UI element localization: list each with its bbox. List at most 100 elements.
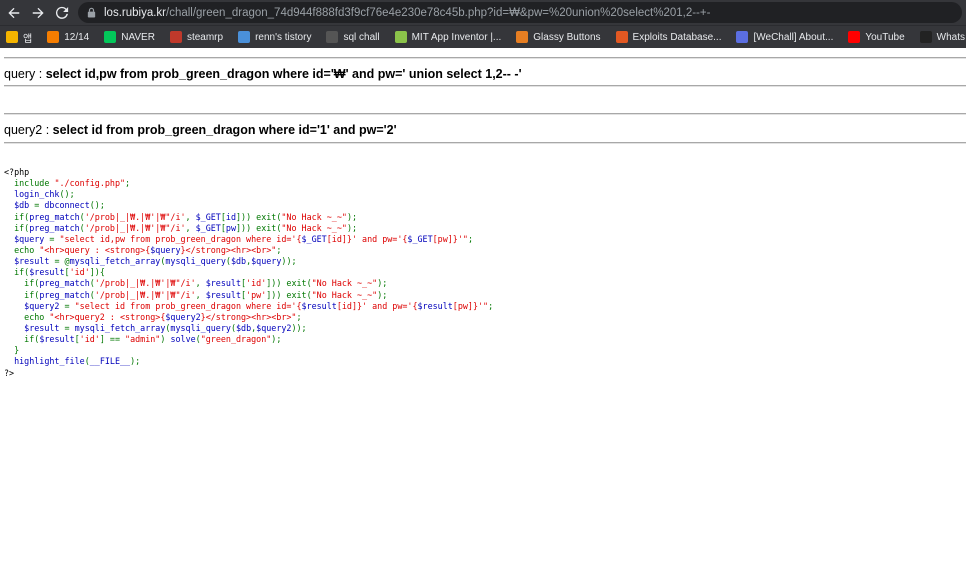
code-token: mysqli_query — [170, 322, 231, 333]
code-token: "No Hack ~_~" — [281, 222, 347, 233]
apps-grid-icon — [6, 31, 18, 43]
address-bar[interactable]: los.rubiya.kr/chall/green_dragon_74d944f… — [78, 2, 962, 23]
bookmark-item[interactable]: sql chall — [326, 26, 380, 48]
code-token: preg_match — [29, 222, 80, 233]
bookmark-label: NAVER — [121, 31, 155, 43]
naver-icon — [104, 31, 117, 43]
bookmark-item[interactable]: 앱 — [6, 26, 33, 48]
tistory-icon — [238, 31, 251, 43]
code-line: if(preg_match('/prob|_|₩.|₩'|₩"/i', $_GE… — [4, 223, 944, 234]
code-token: [id]}' and pw='{ — [326, 233, 408, 244]
whatsmyip-icon — [919, 31, 932, 43]
code-token: 'id' — [69, 267, 90, 278]
code-line: if(preg_match('/prob|_|₩.|₩'|₩"/i', $res… — [4, 278, 944, 289]
code-token: $result — [205, 289, 242, 300]
code-token: = — [64, 300, 75, 311]
code-token: ); — [346, 211, 358, 222]
bookmark-label: renn's tistory — [255, 31, 312, 43]
url-host: los.rubiya.kr — [104, 6, 166, 19]
steamrp-icon — [169, 31, 182, 43]
query2-label: query2 : — [4, 123, 53, 137]
code-line: $result = mysqli_fetch_array(mysqli_quer… — [4, 323, 944, 334]
url-text: los.rubiya.kr/chall/green_dragon_74d944f… — [104, 7, 710, 19]
code-token: __FILE__ — [89, 356, 131, 367]
code-token: $db — [230, 256, 247, 267]
code-token: id — [225, 211, 236, 222]
code-token: [id]}' and pw='{ — [336, 300, 418, 311]
reload-icon[interactable] — [50, 1, 74, 25]
code-token: preg_match — [39, 278, 90, 289]
code-token: $_GET — [195, 222, 221, 233]
bookmark-item[interactable]: Glassy Buttons — [516, 26, 601, 48]
bookmark-item[interactable]: YouTube — [848, 26, 905, 48]
code-token: '/prob|_|₩.|₩'|₩"/i' — [94, 289, 196, 300]
code-line: if($result['id'] == "admin") solve("gree… — [4, 334, 944, 345]
code-token: "No Hack ~_~" — [311, 278, 378, 289]
code-token: = — [34, 200, 45, 211]
code-token: $_GET — [195, 211, 221, 222]
code-token: "./config.php" — [54, 178, 126, 189]
code-token: echo — [14, 244, 40, 255]
code-token: highlight_file — [14, 356, 85, 367]
code-token: 'pw' — [246, 289, 267, 300]
code-token: , — [185, 211, 196, 222]
bookmark-label: YouTube — [865, 31, 905, 43]
code-token: $_GET — [301, 233, 327, 244]
code-token: solve — [170, 334, 196, 345]
code-token: "<hr>query : <strong>{ — [39, 244, 151, 255]
query2-value: select id from prob_green_dragon where i… — [52, 123, 397, 137]
code-token: echo — [24, 311, 50, 322]
code-token: if( — [24, 289, 40, 300]
code-token: $db — [235, 322, 252, 333]
forward-arrow-icon[interactable] — [26, 1, 50, 25]
code-line: ?> — [4, 368, 944, 379]
code-token: mysqli_query — [165, 256, 226, 267]
horizontal-rule — [4, 113, 966, 115]
code-token: '/prob|_|₩.|₩'|₩"/i' — [84, 222, 186, 233]
code-token: $result — [14, 256, 55, 267]
lock-icon[interactable] — [84, 6, 98, 20]
bookmark-label: [WeChall] About... — [753, 31, 834, 43]
code-line: $query2 = "select id from prob_green_dra… — [4, 301, 944, 312]
bookmark-item[interactable]: Exploits Database... — [615, 26, 721, 48]
bookmark-label: 앱 — [23, 33, 33, 45]
code-token: ); — [346, 222, 358, 233]
code-token: 'id' — [79, 334, 100, 345]
code-token: , — [195, 278, 206, 289]
query-label: query : — [4, 67, 46, 81]
back-arrow-icon[interactable] — [2, 1, 26, 25]
bookmark-label: steamrp — [186, 31, 224, 43]
code-token: [pw]}'" — [452, 300, 489, 311]
code-token: (); — [89, 200, 105, 211]
bookmark-item[interactable]: 12/14 — [47, 26, 89, 48]
bookmark-label: sql chall — [343, 31, 380, 43]
code-token: $result — [29, 267, 65, 278]
code-line: login_chk(); — [4, 189, 944, 200]
code-token: }</strong><hr><br>" — [200, 311, 297, 322]
exploit-db-icon — [615, 31, 628, 43]
code-token: , — [185, 222, 196, 233]
code-token: ; — [488, 300, 494, 311]
bookmark-item[interactable]: NAVER — [104, 26, 155, 48]
code-token: $result — [301, 300, 337, 311]
code-token: ; — [467, 233, 473, 244]
code-token: $db — [14, 200, 35, 211]
code-token: if( — [24, 334, 40, 345]
bookmark-item[interactable]: renn's tistory — [238, 26, 312, 48]
bookmark-item[interactable]: steamrp — [169, 26, 224, 48]
code-token: $result — [417, 300, 453, 311]
bookmark-item[interactable]: [WeChall] About... — [736, 26, 834, 48]
code-token: dbconnect — [44, 200, 90, 211]
z-icon — [326, 31, 339, 43]
code-token: if( — [14, 222, 30, 233]
code-token: ); — [271, 334, 282, 345]
bookmark-item[interactable]: Whats My IP Addr... — [919, 26, 966, 48]
bookmark-item[interactable]: MIT App Inventor |... — [394, 26, 501, 48]
code-token: '/prob|_|₩.|₩'|₩"/i' — [84, 211, 186, 222]
blogger-icon — [47, 31, 60, 43]
code-token: $_GET — [407, 233, 433, 244]
code-token: ?> — [4, 367, 15, 378]
